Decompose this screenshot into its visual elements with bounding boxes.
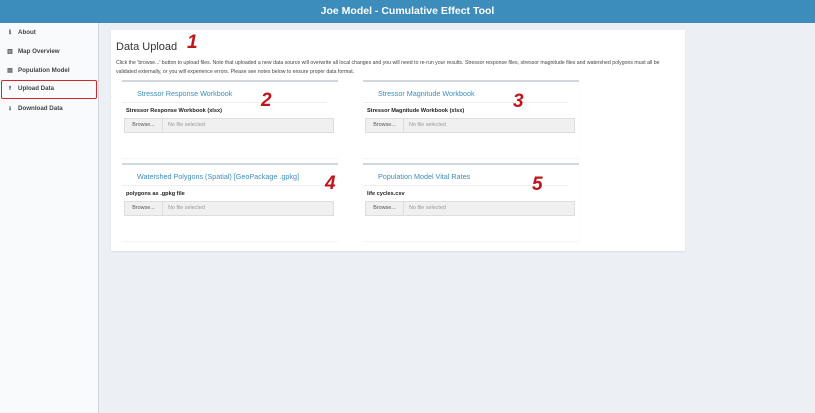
stressor-magnitude-card: Stressor Magnitude Workbook Stressor Mag…	[363, 80, 579, 158]
card-title: Population Model Vital Rates	[378, 172, 471, 181]
field-label: life cycles.csv	[367, 191, 405, 197]
divider	[122, 185, 327, 186]
sidebar-item-population-model[interactable]: ▤ Population Model	[0, 61, 98, 80]
data-upload-panel: Data Upload 1 Click the 'browse...' butt…	[111, 30, 685, 251]
app-header: Joe Model - Cumulative Effect Tool	[0, 0, 815, 23]
file-status: No file selected	[168, 122, 205, 128]
watershed-polygons-file-input[interactable]: Browse... No file selected	[124, 201, 334, 216]
map-icon: ▥	[7, 49, 13, 55]
stressor-magnitude-file-input[interactable]: Browse... No file selected	[365, 118, 575, 133]
annotation-number: 4	[325, 173, 336, 194]
sidebar-item-label: Population Model	[18, 67, 70, 74]
sidebar-item-about[interactable]: ℹ About	[0, 23, 98, 42]
app-title: Joe Model - Cumulative Effect Tool	[320, 5, 495, 17]
divider	[122, 102, 327, 103]
vital-rates-file-input[interactable]: Browse... No file selected	[365, 201, 575, 216]
annotation-number: 3	[513, 91, 524, 112]
population-model-vital-rates-card: Population Model Vital Rates life cycles…	[363, 163, 579, 241]
list-icon: ▤	[7, 68, 13, 74]
field-label: polygons as .gpkg file	[126, 191, 185, 197]
annotation-number: 1	[187, 32, 198, 53]
annotation-number: 5	[532, 174, 543, 195]
card-title: Stressor Response Workbook	[137, 89, 233, 98]
sidebar-item-upload-data[interactable]: ⭱ Upload Data	[1, 80, 97, 99]
info-icon: ℹ	[8, 30, 12, 36]
card-title: Stressor Magnitude Workbook	[378, 89, 475, 98]
stressor-response-card: Stressor Response Workbook Stressor Resp…	[122, 80, 338, 158]
file-status: No file selected	[409, 122, 446, 128]
card-title: Watershed Polygons (Spatial) [GeoPackage…	[137, 172, 299, 181]
sidebar-item-label: Download Data	[18, 105, 63, 112]
download-icon: ⭳	[8, 106, 12, 112]
browse-button[interactable]: Browse...	[366, 119, 404, 132]
divider	[363, 102, 568, 103]
sidebar-item-label: Map Overview	[18, 48, 60, 55]
upload-icon: ⭱	[8, 86, 12, 92]
page-title: Data Upload	[116, 41, 178, 53]
file-status: No file selected	[168, 205, 205, 211]
field-label: Stressor Magnitude Workbook (xlsx)	[367, 108, 465, 114]
sidebar-item-map-overview[interactable]: ▥ Map Overview	[0, 42, 98, 61]
file-status: No file selected	[409, 205, 446, 211]
browse-button[interactable]: Browse...	[125, 119, 163, 132]
sidebar: ℹ About ▥ Map Overview ▤ Population Model ⭱…	[0, 23, 99, 413]
browse-button[interactable]: Browse...	[366, 202, 404, 215]
sidebar-item-download-data[interactable]: ⭳ Download Data	[0, 99, 98, 118]
sidebar-item-label: About	[18, 29, 36, 36]
field-label: Stressor Response Workbook (xlsx)	[126, 108, 222, 114]
browse-button[interactable]: Browse...	[125, 202, 163, 215]
intro-text: Click the 'browse...' button to upload f…	[116, 60, 660, 75]
watershed-polygons-card: Watershed Polygons (Spatial) [GeoPackage…	[122, 163, 338, 241]
annotation-number: 2	[261, 90, 272, 111]
sidebar-item-label: Upload Data	[18, 85, 55, 92]
stressor-response-file-input[interactable]: Browse... No file selected	[124, 118, 334, 133]
